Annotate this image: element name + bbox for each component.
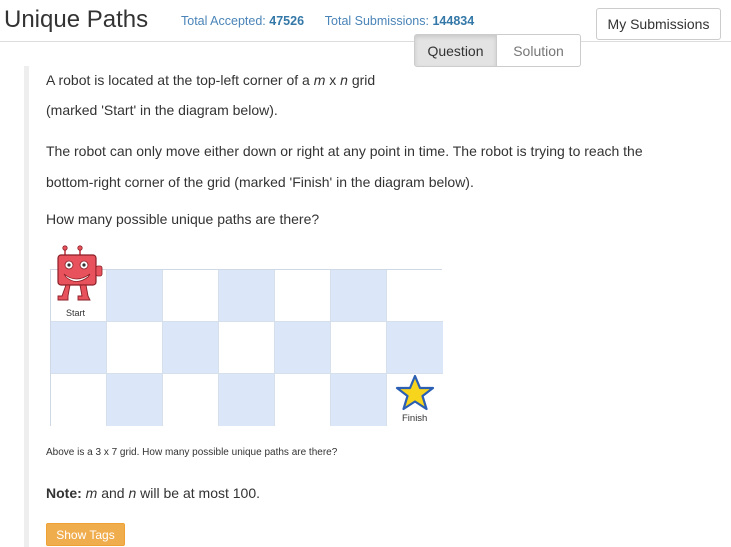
grid-cell (219, 270, 275, 322)
grid-cell (163, 322, 219, 374)
submissions-count: 144834 (432, 14, 475, 28)
finish-label: Finish (402, 413, 428, 424)
description-line-3: The robot can only move either down or r… (46, 143, 643, 159)
grid-cell (387, 322, 443, 374)
grid-cell (219, 322, 275, 374)
description-line-2: (marked 'Start' in the diagram below). (46, 102, 278, 118)
start-label: Start (66, 308, 86, 318)
problem-stats: Total Accepted: 47526 Total Submissions:… (181, 14, 474, 28)
grid-cell (331, 270, 387, 322)
grid-cell (163, 374, 219, 426)
description-line-4: bottom-right corner of the grid (marked … (46, 174, 474, 190)
robot-icon (57, 245, 103, 301)
grid-cell (275, 270, 331, 322)
grid-cell (107, 270, 163, 322)
grid-cell (107, 322, 163, 374)
grid-cell (275, 322, 331, 374)
grid-cell (51, 322, 107, 374)
grid-cell (331, 322, 387, 374)
my-submissions-button[interactable]: My Submissions (596, 8, 721, 40)
question-solution-tabs: Question Solution (414, 34, 581, 67)
grid-cell (331, 374, 387, 426)
grid-cell (275, 374, 331, 426)
description-question: How many possible unique paths are there… (46, 211, 320, 227)
grid-diagram (50, 269, 443, 426)
star-icon (395, 374, 435, 411)
grid-cell (219, 374, 275, 426)
tab-solution[interactable]: Solution (497, 34, 581, 67)
page-title: Unique Paths (4, 6, 149, 33)
accepted-count: 47526 (269, 14, 305, 28)
grid-cell (163, 270, 219, 322)
grid-cell (107, 374, 163, 426)
header-divider (0, 41, 731, 42)
description-line-1: A robot is located at the top-left corne… (46, 72, 376, 88)
content-left-border (24, 66, 29, 547)
diagram-caption: Above is a 3 x 7 grid. How many possible… (46, 447, 338, 458)
accepted-label: Total Accepted: (181, 14, 266, 28)
grid-cell (387, 270, 443, 322)
show-tags-button[interactable]: Show Tags (46, 523, 125, 546)
submissions-label: Total Submissions: (324, 14, 429, 28)
tab-question[interactable]: Question (414, 34, 497, 67)
grid-cell (51, 374, 107, 426)
constraints-note: Note: m and n will be at most 100. (46, 485, 261, 501)
